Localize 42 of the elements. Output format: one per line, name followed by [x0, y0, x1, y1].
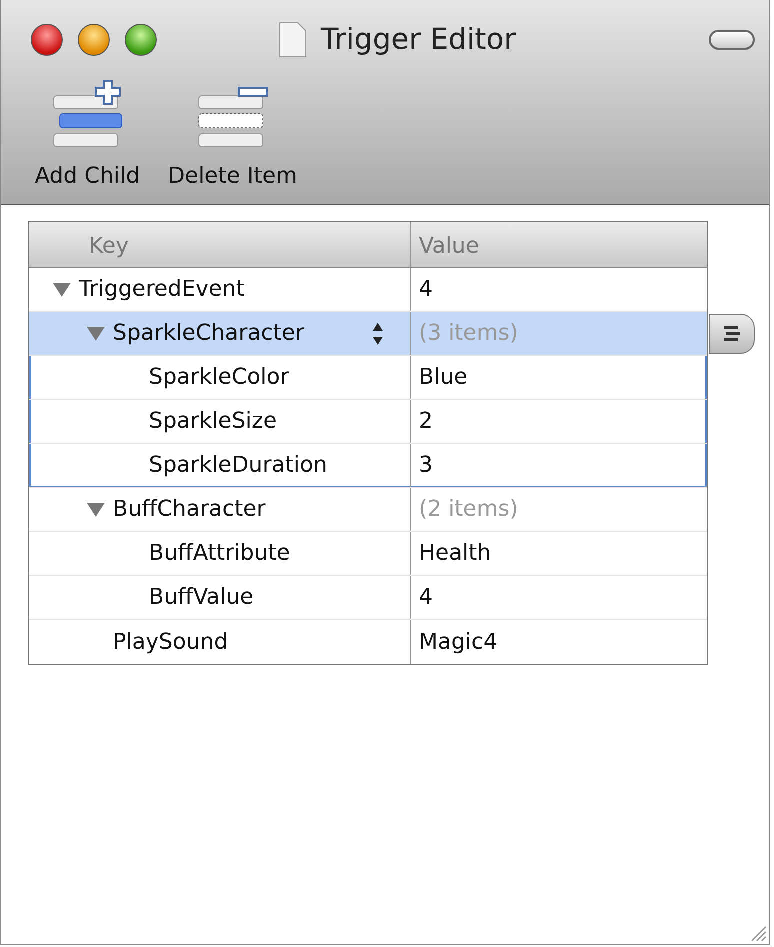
table-row[interactable]: SparkleSize 2 — [29, 400, 707, 444]
key-text: BuffValue — [149, 584, 254, 612]
add-row-icon — [52, 80, 124, 150]
key-text: SparkleDuration — [149, 452, 328, 480]
table-row[interactable]: BuffCharacter (2 items) — [29, 488, 707, 532]
window-title: Trigger Editor — [321, 21, 516, 58]
key-text: BuffAttribute — [149, 540, 290, 568]
row-menu-button[interactable] — [709, 314, 755, 354]
stepper-icon[interactable] — [372, 322, 384, 346]
table-row[interactable]: PlaySound Magic4 — [29, 620, 707, 664]
disclosure-triangle-icon[interactable] — [87, 326, 105, 340]
key-text: SparkleCharacter — [113, 320, 304, 348]
table-row[interactable]: BuffAttribute Health — [29, 532, 707, 576]
disclosure-triangle-icon[interactable] — [53, 282, 71, 296]
key-text: TriggeredEvent — [79, 276, 245, 304]
value-text: 4 — [419, 276, 433, 304]
table-row[interactable]: SparkleColor Blue — [29, 356, 707, 400]
key-text: BuffCharacter — [113, 496, 266, 524]
value-text: Health — [419, 540, 492, 568]
key-text: PlaySound — [113, 628, 228, 656]
disclosure-triangle-icon[interactable] — [87, 502, 105, 516]
value-text: 3 — [419, 452, 433, 480]
minimize-button[interactable] — [78, 24, 110, 56]
close-button[interactable] — [31, 24, 63, 56]
value-text: Blue — [419, 364, 468, 392]
table-row[interactable]: BuffValue 4 — [29, 576, 707, 620]
column-header: Key — [29, 222, 411, 267]
key-text: SparkleSize — [149, 408, 278, 436]
add-child-button[interactable]: Add Child — [35, 80, 140, 193]
table-row[interactable]: SparkleDuration 3 — [29, 444, 707, 488]
value-text: 2 — [419, 408, 433, 436]
delete-item-button[interactable]: Delete Item — [168, 80, 298, 193]
toolbar-toggle-button[interactable] — [709, 30, 755, 50]
value-text: Magic4 — [419, 628, 498, 656]
column-header: Value — [418, 233, 480, 261]
key-text: SparkleColor — [149, 364, 290, 392]
menu-icon — [722, 326, 742, 342]
value-text: (2 items) — [419, 496, 518, 524]
value-text: 4 — [419, 584, 433, 612]
value-text: (3 items) — [419, 320, 518, 348]
zoom-button[interactable] — [125, 24, 157, 56]
document-icon — [279, 22, 307, 58]
